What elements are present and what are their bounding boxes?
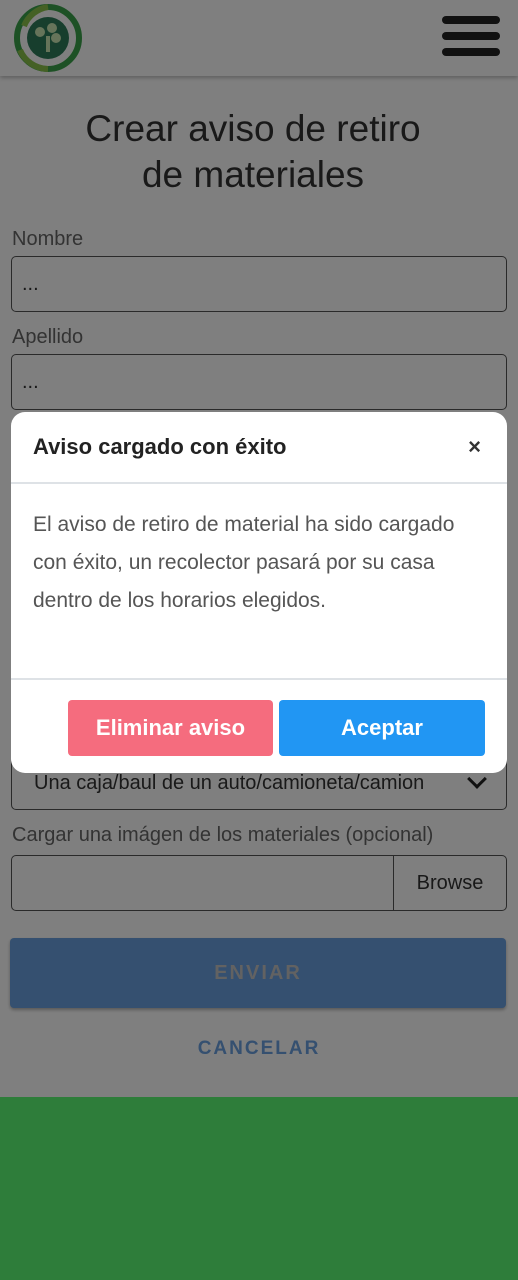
accept-button[interactable]: Aceptar <box>279 700 485 756</box>
close-icon[interactable]: × <box>468 434 481 460</box>
modal-title: Aviso cargado con éxito <box>33 434 287 459</box>
modal-header: Aviso cargado con éxito × <box>11 412 507 484</box>
footer <box>0 1097 518 1280</box>
delete-notice-button[interactable]: Eliminar aviso <box>68 700 273 756</box>
modal-footer: Eliminar aviso Aceptar <box>11 680 507 773</box>
success-modal: Aviso cargado con éxito × El aviso de re… <box>11 412 507 773</box>
modal-body-text: El aviso de retiro de material ha sido c… <box>11 484 507 680</box>
